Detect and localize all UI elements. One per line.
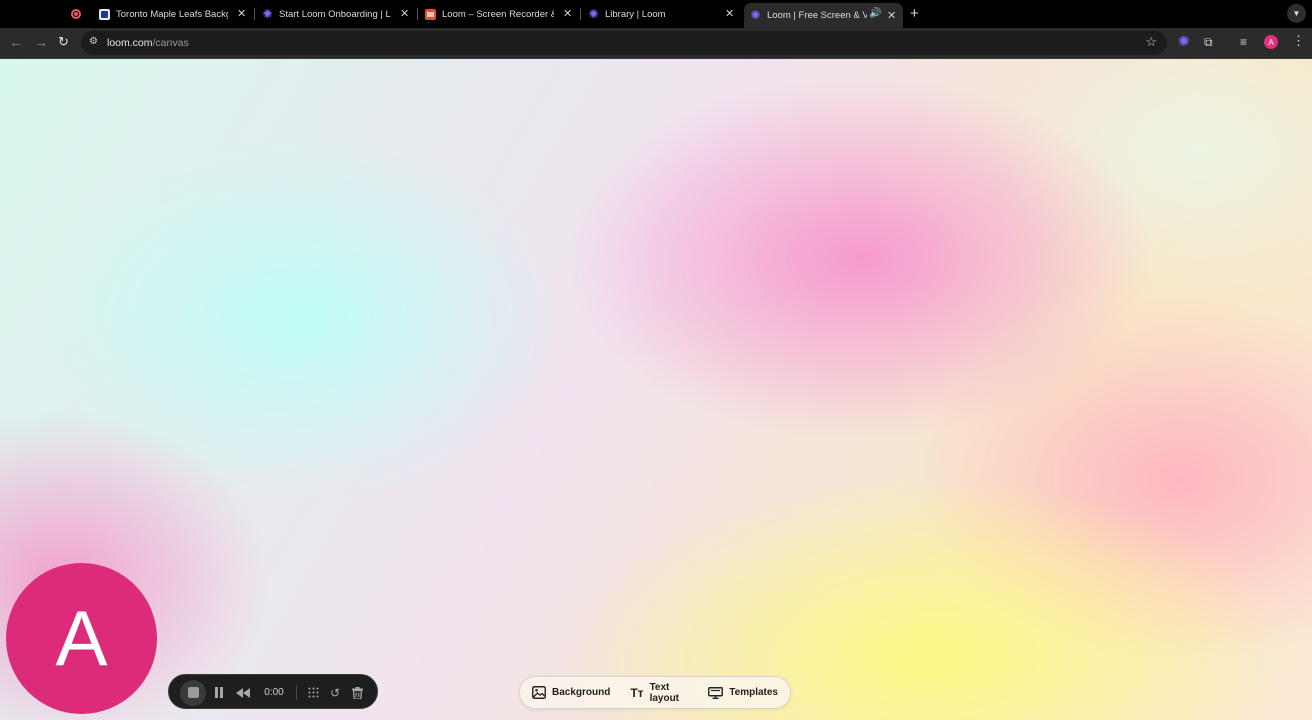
restart-icon: ↺: [329, 685, 341, 700]
url-text[interactable]: loom.com/canvas: [107, 37, 189, 49]
url-path: /canvas: [152, 37, 189, 49]
profile-avatar[interactable]: A: [1264, 35, 1278, 49]
reload-icon[interactable]: ↻: [58, 34, 69, 50]
tab-close-icon[interactable]: ✕: [400, 7, 409, 20]
camera-bubble-avatar[interactable]: A: [6, 563, 157, 714]
browser-toolbar: ← → ↻ ⚙ loom.com/canvas ☆ ✺ ⧉ ≡ A ⋮: [0, 28, 1312, 59]
background-button[interactable]: Background: [532, 686, 610, 699]
background-label: Background: [552, 687, 611, 698]
tab-title: Start Loom Onboarding | Loo: [279, 8, 391, 20]
drawing-tools-button[interactable]: [305, 675, 321, 710]
tab-title: Loom | Free Screen & Vide: [767, 10, 867, 21]
loom-extension-icon[interactable]: ✺: [1178, 33, 1190, 50]
rewind-icon: [236, 687, 250, 698]
recording-controls: 0:00 ↺: [168, 674, 378, 709]
restart-button[interactable]: ↺: [327, 675, 343, 710]
tab-separator: [254, 8, 255, 20]
tab-title: Library | Loom: [605, 8, 666, 20]
extensions-puzzle-icon[interactable]: ⧉: [1204, 35, 1213, 50]
tab-search-chevron-icon[interactable]: ▼: [1287, 4, 1306, 23]
text-layout-button[interactable]: Tт Text layout: [630, 682, 688, 704]
site-settings-icon[interactable]: ⚙: [89, 36, 98, 47]
loom-favicon-icon: ✺: [750, 8, 761, 22]
tab-close-icon[interactable]: ✕: [237, 7, 246, 20]
more-menu-icon[interactable]: ⋮: [1292, 33, 1305, 49]
trash-icon: [351, 686, 363, 699]
tab-strip: Toronto Maple Leafs Backgro ✕ ✺ Start Lo…: [0, 0, 1312, 28]
dots-grid-icon: [308, 687, 318, 698]
stop-recording-button[interactable]: [180, 675, 206, 710]
stop-icon: [180, 679, 206, 706]
tab-loom-free-screen-active[interactable]: ✺ Loom | Free Screen & Vide 🔊 ✕: [744, 3, 903, 28]
tab-close-icon[interactable]: ✕: [563, 7, 572, 20]
tab-separator: [417, 8, 418, 20]
back-arrow-icon[interactable]: ←: [9, 34, 23, 50]
bookmark-star-icon[interactable]: ☆: [1145, 34, 1157, 50]
camera-avatar-initial: A: [55, 594, 108, 682]
tab-close-icon[interactable]: ✕: [887, 9, 896, 22]
text-size-icon: Tт: [630, 685, 644, 700]
recording-indicator-icon: [71, 9, 81, 19]
loom-favicon-icon: ✺: [262, 6, 273, 21]
tab-title: Loom – Screen Recorder & S: [442, 8, 554, 20]
tab-title: Toronto Maple Leafs Backgro: [116, 8, 228, 20]
text-layout-label: Text layout: [649, 681, 680, 704]
tab-separator: [580, 8, 581, 20]
url-host: loom.com: [107, 37, 153, 49]
new-tab-button[interactable]: +: [910, 5, 919, 22]
loom-favicon-icon: ✺: [588, 6, 599, 21]
media-controls-icon[interactable]: ≡: [1240, 35, 1247, 49]
rewind-button[interactable]: [235, 675, 251, 710]
image-icon: [532, 686, 546, 699]
tab-loom-screen-recorder[interactable]: Loom – Screen Recorder & S ✕: [425, 4, 580, 24]
leafs-favicon-icon: [99, 8, 110, 20]
templates-button[interactable]: Templates: [708, 686, 778, 699]
controls-divider: [296, 685, 297, 700]
recording-timer: 0:00: [264, 687, 284, 698]
templates-label: Templates: [729, 687, 778, 698]
pause-button[interactable]: [211, 675, 227, 710]
store-favicon-icon: [425, 8, 436, 20]
address-bar[interactable]: ⚙ loom.com/canvas ☆: [81, 31, 1167, 55]
tab-library-loom[interactable]: ✺ Library | Loom ✕: [588, 4, 743, 24]
pause-icon: [215, 687, 223, 698]
canvas-toolbar: Background Tт Text layout Templates: [519, 676, 791, 709]
forward-arrow-icon[interactable]: →: [34, 34, 48, 50]
speaker-icon[interactable]: 🔊: [869, 8, 881, 19]
tab-close-icon[interactable]: ✕: [725, 7, 734, 20]
tab-toronto-maple-leafs[interactable]: Toronto Maple Leafs Backgro ✕: [99, 4, 254, 24]
loom-canvas: [0, 59, 1312, 720]
monitor-icon: [708, 686, 724, 699]
tab-start-loom-onboarding[interactable]: ✺ Start Loom Onboarding | Loo ✕: [262, 4, 417, 24]
delete-button[interactable]: [349, 675, 365, 710]
